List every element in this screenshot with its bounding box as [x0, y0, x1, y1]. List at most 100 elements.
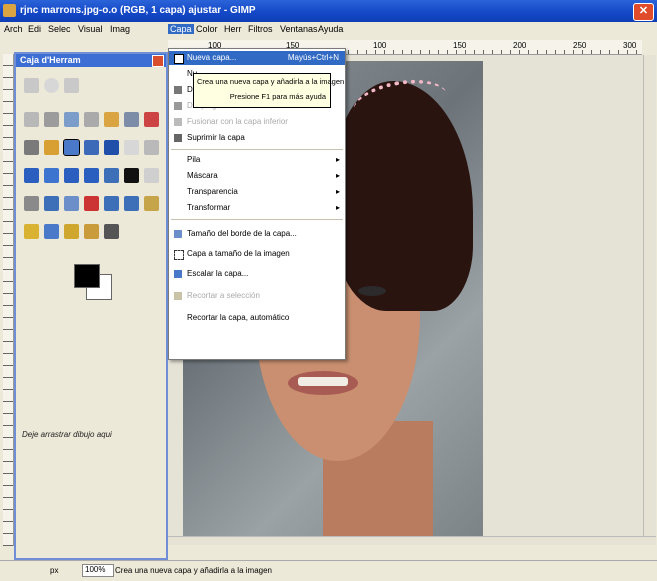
move-icon[interactable]: [24, 140, 39, 155]
horizontal-scrollbar[interactable]: [168, 536, 656, 545]
menu-item-scale-layer[interactable]: Escalar la capa...: [169, 267, 345, 281]
menu-filtros[interactable]: Filtros: [246, 24, 275, 34]
toolbox-title-bar: Caja d'Herram: [16, 54, 166, 67]
menu-item-autocrop-layer[interactable]: Recortar la capa, automático: [169, 311, 345, 325]
menu-item-delete-layer[interactable]: Suprimir la capa: [169, 131, 345, 145]
menu-visualizar[interactable]: Visual: [76, 24, 104, 34]
foreground-color[interactable]: [74, 264, 100, 288]
clone-icon[interactable]: [44, 196, 59, 211]
scale-icon: [174, 270, 182, 278]
airbrush-icon[interactable]: [144, 168, 159, 183]
ruler-tick: 150: [453, 41, 467, 50]
flip-icon[interactable]: [144, 140, 159, 155]
menu-item-mask[interactable]: Máscara ▸: [169, 169, 345, 183]
fuzzy-select-icon[interactable]: [24, 112, 39, 127]
blur-icon[interactable]: [104, 196, 119, 211]
menu-separator: [171, 149, 343, 150]
paintbrush-icon[interactable]: [104, 168, 119, 183]
perspective-icon[interactable]: [124, 140, 139, 155]
menu-herramientas[interactable]: Herr: [222, 24, 244, 34]
menu-item-layer-boundary-size[interactable]: Tamaño del borde de la capa...: [169, 227, 345, 241]
scale-tool-icon[interactable]: [84, 140, 99, 155]
blend-icon[interactable]: [64, 168, 79, 183]
menu-ayuda[interactable]: Ayuda: [316, 24, 345, 34]
status-message: Crea una nueva capa y añadirla a la imag…: [115, 566, 272, 575]
gimp-app-icon: [3, 4, 16, 17]
color-balance-icon[interactable]: [24, 224, 39, 239]
menu-ventanas[interactable]: Ventanas: [278, 24, 320, 34]
duplicate-icon: [174, 86, 182, 94]
shear-icon[interactable]: [104, 140, 119, 155]
ruler-tick: 300: [623, 41, 637, 50]
menu-item-layer-to-image-size[interactable]: Capa a tamaño de la imagen: [169, 247, 345, 261]
status-bar: px 100% Crea una nueva capa y añadirla a…: [0, 560, 657, 581]
hue-saturation-icon[interactable]: [104, 224, 119, 239]
toolbox-window: Caja d'Herram Deje arrastrar dibujo aqui: [14, 52, 168, 560]
paths-icon[interactable]: [84, 112, 99, 127]
smudge-icon[interactable]: [124, 196, 139, 211]
toolbox-title: Caja d'Herram: [20, 55, 81, 65]
photo-eye: [358, 286, 386, 296]
vertical-ruler[interactable]: [3, 54, 14, 546]
submenu-arrow-icon: ▸: [335, 155, 340, 164]
menu-item-transparency[interactable]: Transparencia ▸: [169, 185, 345, 199]
anchor-icon: [174, 102, 182, 110]
free-select-icon[interactable]: [64, 78, 79, 93]
menu-seleccion[interactable]: Selec: [46, 24, 73, 34]
crop-icon: [174, 292, 182, 300]
menu-item-crop-to-selection[interactable]: Recortar a selección: [169, 289, 345, 303]
measure-icon[interactable]: [144, 112, 159, 127]
menu-colores[interactable]: Color: [194, 24, 220, 34]
crop-tool-icon[interactable]: [44, 140, 59, 155]
menu-item-new-layer[interactable]: Nueva capa... Mayús+Ctrl+N: [169, 51, 345, 65]
new-layer-icon: [174, 54, 184, 64]
levels-icon[interactable]: [64, 224, 79, 239]
rect-select-icon[interactable]: [24, 78, 39, 93]
layer-to-image-icon: [174, 250, 184, 260]
zoom-icon[interactable]: [124, 112, 139, 127]
bucket-fill-icon[interactable]: [44, 168, 59, 183]
menu-editar[interactable]: Edi: [26, 24, 43, 34]
tooltip-text: Crea una nueva capa y añadirla a la imag…: [197, 77, 345, 86]
text-tool-icon[interactable]: [24, 168, 39, 183]
heal-icon[interactable]: [64, 196, 79, 211]
ruler-tick: 100: [373, 41, 387, 50]
ink-icon[interactable]: [24, 196, 39, 211]
ruler-tick: 250: [573, 41, 587, 50]
pencil-icon[interactable]: [84, 168, 99, 183]
perspective-clone-icon[interactable]: [84, 196, 99, 211]
select-by-color-icon[interactable]: [44, 112, 59, 127]
submenu-arrow-icon: ▸: [335, 187, 340, 196]
scissors-icon[interactable]: [64, 112, 79, 127]
zoom-selector[interactable]: 100%: [82, 564, 114, 577]
merge-icon: [174, 118, 182, 126]
threshold-icon[interactable]: [84, 224, 99, 239]
close-button[interactable]: ✕: [633, 3, 654, 21]
photo-teeth: [298, 377, 348, 386]
menu-separator: [171, 219, 343, 220]
ellipse-select-icon[interactable]: [44, 78, 59, 93]
submenu-arrow-icon: ▸: [335, 171, 340, 180]
color-picker-icon[interactable]: [104, 112, 119, 127]
curves-icon[interactable]: [44, 224, 59, 239]
ruler-tick: 200: [513, 41, 527, 50]
tooltip: Crea una nueva capa y añadirla a la imag…: [193, 73, 344, 108]
menu-item-stack[interactable]: Pila ▸: [169, 153, 345, 167]
unit-selector[interactable]: px: [50, 566, 58, 575]
title-bar: rjnc marrons.jpg-o.o (RGB, 1 capa) ajust…: [0, 0, 657, 22]
menu-bar: Arch Edi Selec Visual Imag Capa Color He…: [0, 22, 657, 38]
menu-item-transform[interactable]: Transformar ▸: [169, 201, 345, 215]
dodge-burn-icon[interactable]: [144, 196, 159, 211]
menu-archivo[interactable]: Arch: [2, 24, 25, 34]
menu-capa[interactable]: Capa: [168, 24, 194, 34]
menu-item-merge-down[interactable]: Fusionar con la capa inferior: [169, 115, 345, 129]
eraser-icon[interactable]: [124, 168, 139, 183]
menu-imagen[interactable]: Imag: [108, 24, 132, 34]
vertical-scrollbar[interactable]: [643, 55, 654, 545]
drop-hint-text: Deje arrastrar dibujo aqui: [22, 430, 112, 439]
toolbox-close-icon[interactable]: [152, 55, 164, 67]
delete-icon: [174, 134, 182, 142]
tooltip-help-hint: Presione F1 para más ayuda: [229, 92, 326, 101]
window-title: rjnc marrons.jpg-o.o (RGB, 1 capa) ajust…: [20, 5, 256, 16]
rotate-icon[interactable]: [63, 139, 80, 156]
